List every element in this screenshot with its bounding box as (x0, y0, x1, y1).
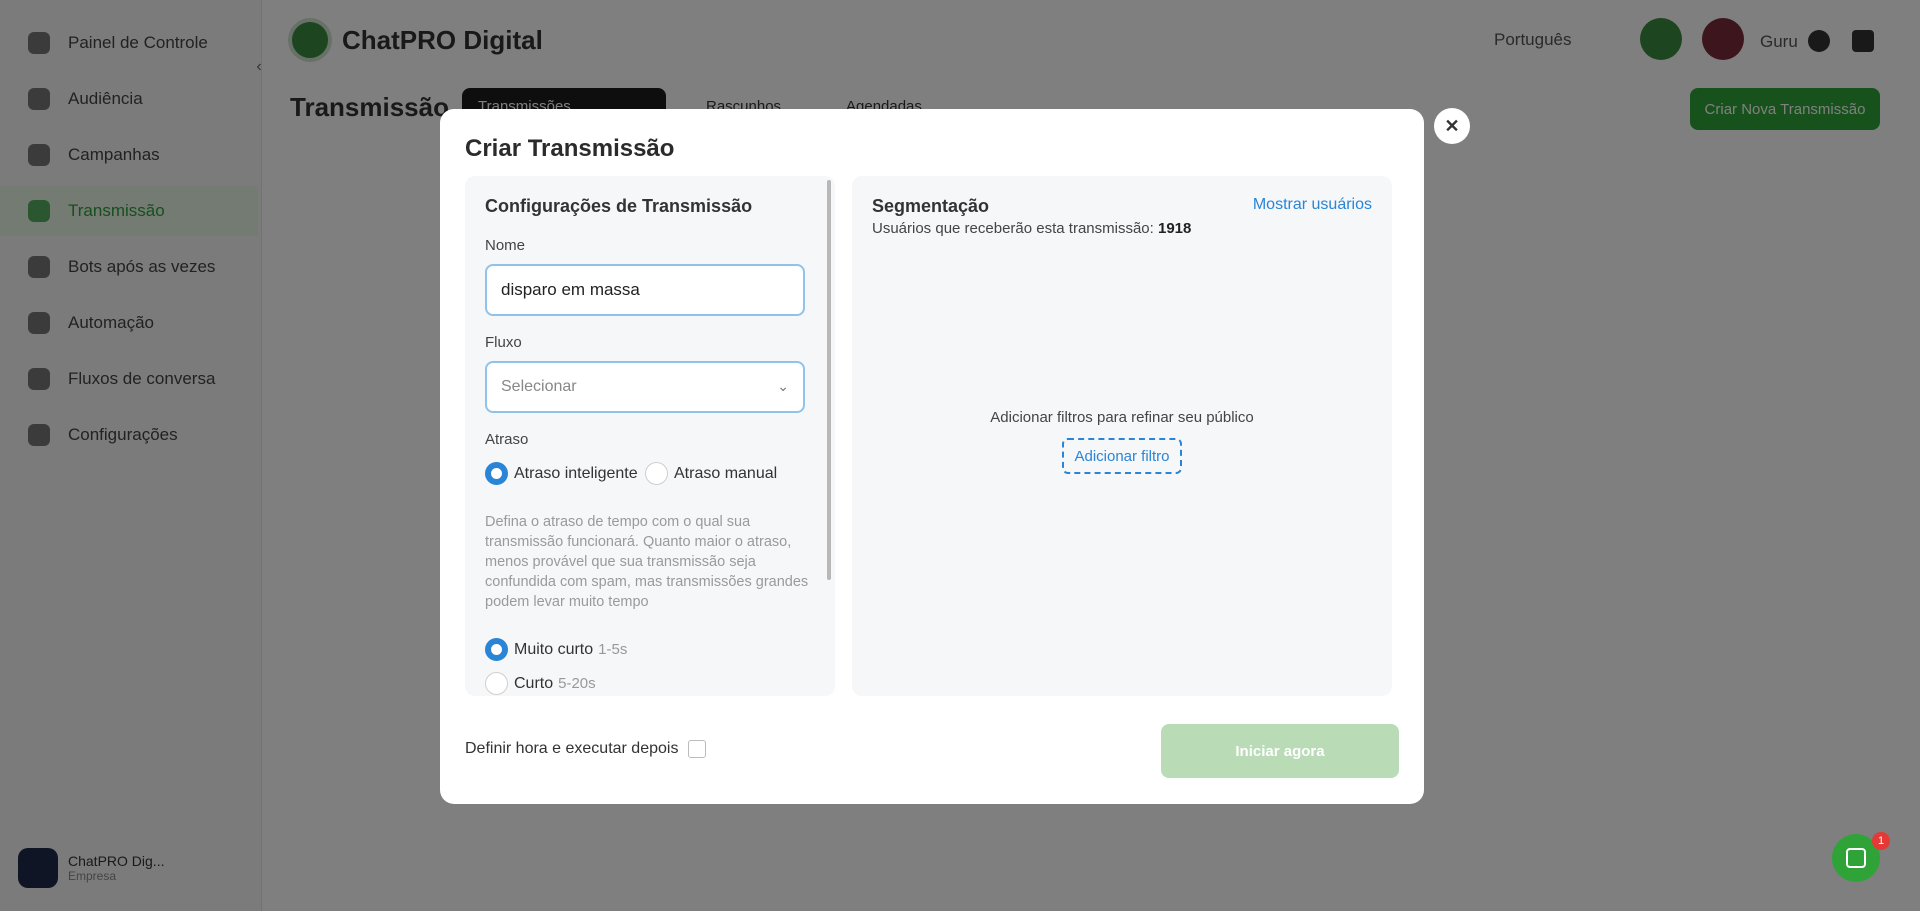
delay-option-short[interactable]: Curto 5-20s (485, 672, 596, 695)
option-label: Curto (514, 674, 554, 692)
segmentation-panel: Segmentação Usuários que receberão esta … (852, 176, 1392, 696)
delay-help-text: Defina o atraso de tempo com o qual sua … (485, 514, 809, 610)
flow-label: Fluxo (485, 334, 522, 351)
delay-option-very-short[interactable]: Muito curto 1-5s (485, 638, 627, 661)
notification-badge: 1 (1872, 832, 1890, 850)
settings-title: Configurações de Transmissão (485, 196, 753, 216)
name-label: Nome (485, 237, 526, 254)
flow-select-value: Selecionar (501, 378, 577, 395)
start-now-button[interactable]: Iniciar agora (1161, 724, 1399, 778)
delay-smart-label: Atraso inteligente (514, 464, 638, 482)
delay-manual-label: Atraso manual (674, 464, 778, 482)
option-range: 5-20s (558, 675, 596, 692)
schedule-label: Definir hora e executar depois (465, 740, 679, 757)
show-users-link[interactable]: Mostrar usuários (1253, 196, 1372, 214)
chevron-down-icon: ⌄ (777, 378, 789, 394)
recipients-label: Usuários que receberão esta transmissão: (872, 220, 1154, 237)
delay-label: Atraso (485, 431, 529, 448)
broadcast-settings-panel: Configurações de Transmissão Nome Fluxo … (465, 176, 835, 696)
schedule-checkbox[interactable] (688, 740, 707, 758)
name-field[interactable] (485, 264, 805, 316)
recipients-summary: Usuários que receberão esta transmissão:… (872, 220, 1191, 237)
radio-checked[interactable] (485, 462, 508, 485)
delay-manual-option[interactable]: Atraso manual (645, 462, 777, 485)
radio-unchecked[interactable] (645, 462, 668, 485)
create-broadcast-modal: Criar Transmissão Configurações de Trans… (440, 109, 1424, 804)
segmentation-title: Segmentação (872, 196, 990, 216)
modal-title: Criar Transmissão (465, 135, 675, 162)
delay-smart-option[interactable]: Atraso inteligente (485, 462, 638, 485)
schedule-later-row[interactable]: Definir hora e executar depois (465, 740, 707, 758)
option-label: Muito curto (514, 640, 594, 658)
option-range: 1-5s (598, 641, 628, 658)
add-filter-button[interactable]: Adicionar filtro (1062, 438, 1182, 474)
chat-icon (1846, 848, 1866, 868)
radio-unchecked[interactable] (485, 672, 508, 695)
radio-checked[interactable] (485, 638, 508, 661)
scrollbar[interactable] (827, 180, 831, 580)
filter-hint: Adicionar filtros para refinar seu públi… (990, 409, 1254, 426)
flow-select[interactable]: Selecionar ⌄ (485, 361, 805, 413)
close-icon[interactable]: ✕ (1434, 108, 1470, 144)
recipients-count: 1918 (1157, 220, 1192, 237)
